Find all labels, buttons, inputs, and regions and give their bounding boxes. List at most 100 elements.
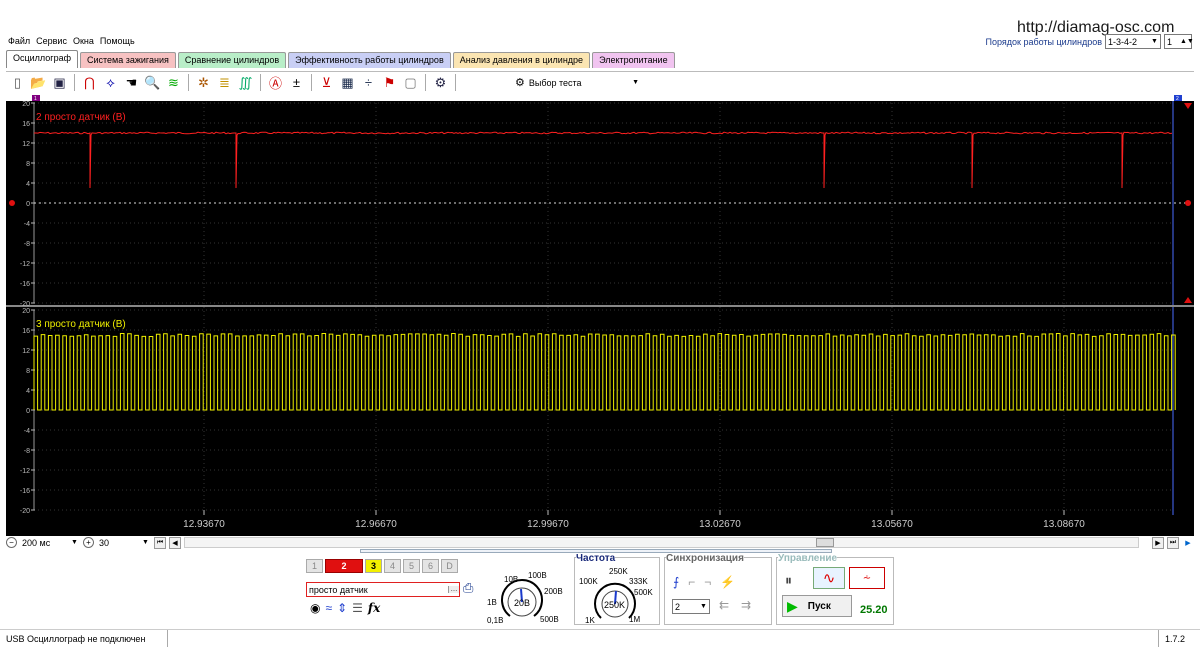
test-select-dropdown[interactable]: ⚙ Выбор теста ▼ xyxy=(511,74,645,92)
pause-icon[interactable]: ⏸ xyxy=(785,572,792,589)
toolbar-separator xyxy=(260,74,261,91)
zero-level-icon[interactable]: ± xyxy=(287,73,306,92)
volt-mark-100: 100В xyxy=(528,571,547,580)
channel-button-1[interactable]: 1 xyxy=(306,559,323,573)
tab-1[interactable]: Осциллограф xyxy=(6,50,78,68)
y-tick-label: 8 xyxy=(26,161,30,168)
more-icon[interactable]: … xyxy=(448,586,459,593)
y-tick-label: -16 xyxy=(20,281,30,288)
sine-mode-icon[interactable]: ∿ xyxy=(813,567,845,589)
signal-shape-icon[interactable]: ⋂ xyxy=(80,73,99,92)
pwm-mode-icon[interactable]: ⩪ xyxy=(849,567,885,589)
sync-channel-select[interactable]: 2 ▼ xyxy=(672,599,710,614)
scope-top-strip xyxy=(6,95,1194,101)
menu-bar: Файл Сервис Окна Помощь xyxy=(8,36,135,46)
panel-divider xyxy=(6,305,1194,307)
step-forward-icon[interactable]: ▶ xyxy=(1152,536,1164,549)
channel-button-2[interactable]: 2 xyxy=(325,559,363,573)
toolbar-separator xyxy=(455,74,456,91)
go-last-icon[interactable]: ⏭ xyxy=(1167,536,1179,549)
vertical-shift-icon[interactable]: ⇕ xyxy=(337,601,347,615)
marker-left-label: 1 xyxy=(34,96,37,102)
open-folder-icon[interactable]: 📂 xyxy=(29,73,48,92)
chevron-down-icon: ▼ xyxy=(71,539,78,546)
page-icon[interactable]: ▢ xyxy=(401,73,420,92)
filter-icon[interactable]: ⊻ xyxy=(317,73,336,92)
y-tick-label: -20 xyxy=(20,508,30,515)
cursor-measure-icon[interactable]: ⟡ xyxy=(101,73,120,92)
lines-icon[interactable]: ☰ xyxy=(352,601,363,615)
wave-compare-icon[interactable]: ∭ xyxy=(236,73,255,92)
invert-icon[interactable]: ≈ xyxy=(325,601,332,615)
grid-icon[interactable]: ▦ xyxy=(338,73,357,92)
timebase-bar: − 200 мс ▼ + 30 ▼ ⏮ ◀ ▶ ⏭ ▶ xyxy=(6,536,1194,549)
channel-2-top-marker xyxy=(1184,103,1192,109)
tab-4[interactable]: Эффективность работы цилиндров xyxy=(288,52,451,68)
sync-left-icon[interactable]: ⇇ xyxy=(719,598,729,612)
firing-order: Порядок работы цилиндров 1-3-4-2 ▼ 1 ▲▼ xyxy=(986,34,1194,49)
visibility-icon[interactable]: ◉ xyxy=(310,601,320,615)
sync-rising-icon[interactable]: ⨍ xyxy=(673,575,679,589)
hand-pan-icon[interactable]: ☚ xyxy=(122,73,141,92)
menu-help[interactable]: Помощь xyxy=(100,36,135,46)
sync-auto-icon[interactable]: ⚡ xyxy=(720,575,735,589)
firing-order-select[interactable]: 1-3-4-2 ▼ xyxy=(1105,34,1161,49)
freq-mark-1k: 1K xyxy=(585,616,595,625)
horizontal-scrollbar[interactable] xyxy=(184,537,1139,548)
sync-front-icon[interactable]: ⌐ xyxy=(688,575,695,589)
tab-3[interactable]: Сравнение цилиндров xyxy=(177,52,287,68)
x-tick-label: 13.02670 xyxy=(699,519,741,530)
start-button[interactable]: ▶ Пуск xyxy=(782,595,852,617)
freq-mark-333k: 333K xyxy=(629,577,648,586)
overlay-icon[interactable]: ≣ xyxy=(215,73,234,92)
control-group: Управление ⏸ ∿ ⩪ ▶ Пуск 25.20 xyxy=(776,553,894,625)
channel-button-6[interactable]: 6 xyxy=(422,559,439,573)
step-back-icon[interactable]: ◀ xyxy=(169,536,181,549)
spinner-icon: ▲▼ xyxy=(1180,38,1194,45)
channel-button-3[interactable]: 3 xyxy=(365,559,382,573)
sensor-select[interactable]: просто датчик … xyxy=(306,582,460,597)
cylinder-select[interactable]: 1 ▲▼ xyxy=(1164,34,1194,49)
auto-scale-icon[interactable]: Ⓐ xyxy=(266,73,285,92)
scale-x-icon[interactable]: ✲ xyxy=(194,73,213,92)
play-icon[interactable]: ▶ xyxy=(1182,537,1194,549)
scope-plot[interactable]: 201612840-4-8-12-16-20201612840-4-8-12-1… xyxy=(6,95,1194,536)
channel-button-4[interactable]: 4 xyxy=(384,559,401,573)
zoom-out-icon[interactable]: − xyxy=(6,537,17,548)
voltage-value: 20В xyxy=(514,598,531,608)
tab-6[interactable]: Электропитание xyxy=(592,52,675,68)
divide-icon[interactable]: ÷ xyxy=(359,73,378,92)
firing-order-value: 1-3-4-2 xyxy=(1108,36,1138,47)
spectrum-icon[interactable]: ≋ xyxy=(164,73,183,92)
fx-icon[interactable]: fx xyxy=(368,601,380,615)
channel-button-5[interactable]: 5 xyxy=(403,559,420,573)
version-label: 1.7.2 xyxy=(1158,630,1200,647)
menu-service[interactable]: Сервис xyxy=(36,36,67,46)
status-bar: USB Осциллограф не подключен 1.7.2 xyxy=(0,629,1200,647)
oscilloscope-display[interactable]: 20 16 12 8 4 0 -4 -8 -12 -16 -20 20 16 12 8 4 0 -4 -8 -12 -1… xyxy=(6,95,1194,536)
tab-5[interactable]: Анализ давления в цилиндре xyxy=(452,52,591,68)
timebase-value: 200 мс xyxy=(22,537,51,548)
voltage-knob[interactable]: 10В 100В 200В 500В 0,1В 1В 20В xyxy=(482,565,570,627)
sensor-settings-icon[interactable]: ⎙ xyxy=(463,580,473,596)
sync-fall-icon[interactable]: ¬ xyxy=(704,575,711,589)
channel-button-d[interactable]: D xyxy=(441,559,458,573)
new-file-icon[interactable]: ▯ xyxy=(8,73,27,92)
timebase-select[interactable]: 200 мс ▼ xyxy=(20,536,80,549)
channel-2-trace xyxy=(34,131,1173,189)
tab-2[interactable]: Система зажигания xyxy=(80,52,176,68)
flag-icon[interactable]: ⚑ xyxy=(380,73,399,92)
save-icon[interactable]: ▣ xyxy=(50,73,69,92)
scroll-thumb[interactable] xyxy=(816,538,834,547)
x-tick-label: 13.08670 xyxy=(1043,519,1085,530)
zoom-icon[interactable]: 🔍 xyxy=(143,73,162,92)
go-first-icon[interactable]: ⏮ xyxy=(154,536,166,549)
menu-windows[interactable]: Окна xyxy=(73,36,94,46)
zoom-in-icon[interactable]: + xyxy=(83,537,94,548)
control-panel: 1 2 3 4 5 6 D просто датчик … ⎙ ◉ ≈ ⇕ ☰ … xyxy=(300,553,900,627)
sync-right-icon[interactable]: ⇉ xyxy=(741,598,751,612)
auto-settings-icon[interactable]: ⚙ xyxy=(431,73,450,92)
menu-file[interactable]: Файл xyxy=(8,36,30,46)
x-tick-label: 12.99670 xyxy=(527,519,569,530)
frame-count-select[interactable]: 30 ▼ xyxy=(97,536,151,549)
